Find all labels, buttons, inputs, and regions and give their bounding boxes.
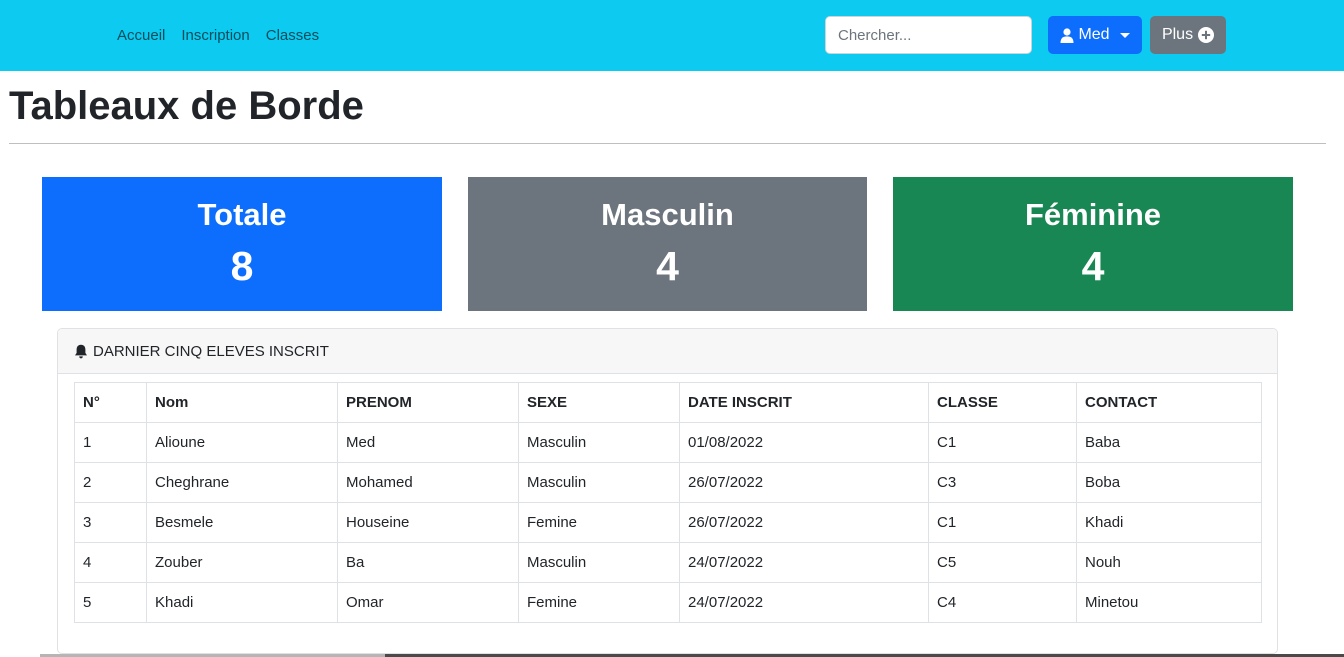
chevron-down-icon <box>1119 32 1130 38</box>
cell-nom: Alioune <box>146 422 338 463</box>
stat-total-value: 8 <box>230 243 254 289</box>
cell-contact: Minetou <box>1076 582 1262 623</box>
cell-sexe: Femine <box>518 582 680 623</box>
cell-date-inscrit: 01/08/2022 <box>679 422 929 463</box>
stat-male-label: Masculin <box>601 197 734 232</box>
cell-prenom: Med <box>337 422 519 463</box>
panel-header: DARNIER CINQ ELEVES INSCRIT <box>58 329 1277 374</box>
column-header-classe: CLASSE <box>928 382 1077 423</box>
stat-card-female: Féminine 4 <box>893 177 1293 311</box>
page-title: Tableaux de Borde <box>9 84 364 128</box>
search-input[interactable] <box>825 16 1032 54</box>
stat-card-total: Totale 8 <box>42 177 442 311</box>
column-header-contact: CONTACT <box>1076 382 1262 423</box>
cell-classe: C1 <box>928 502 1077 543</box>
plus-button-label: Plus <box>1161 26 1194 43</box>
cell-classe: C4 <box>928 582 1077 623</box>
table-row: 3 Besmele Houseine Femine 26/07/2022 C1 … <box>74 502 1262 543</box>
cell-number: 3 <box>74 502 147 543</box>
cell-nom: Khadi <box>146 582 338 623</box>
cell-nom: Cheghrane <box>146 462 338 503</box>
stat-female-label: Féminine <box>1024 197 1162 232</box>
column-header-number: N° <box>74 382 147 423</box>
recent-students-panel: DARNIER CINQ ELEVES INSCRIT N° Nom PRENO… <box>57 328 1278 654</box>
cell-contact: Khadi <box>1076 502 1262 543</box>
cell-nom: Besmele <box>146 502 338 543</box>
cell-date-inscrit: 24/07/2022 <box>679 582 929 623</box>
column-header-sexe: SEXE <box>518 382 680 423</box>
cell-date-inscrit: 26/07/2022 <box>679 502 929 543</box>
cell-date-inscrit: 26/07/2022 <box>679 462 929 503</box>
navbar: Accueil Inscription Classes Med Plus <box>0 0 1344 71</box>
nav-link-classes[interactable]: Classes <box>266 27 319 44</box>
cell-contact: Baba <box>1076 422 1262 463</box>
user-icon <box>1060 27 1074 43</box>
bell-icon <box>74 344 88 359</box>
table-header-row: N° Nom PRENOM SEXE DATE INSCRIT CLASSE C… <box>74 382 1262 423</box>
students-table: N° Nom PRENOM SEXE DATE INSCRIT CLASSE C… <box>74 382 1262 623</box>
nav-link-accueil[interactable]: Accueil <box>117 27 165 44</box>
nav-link-inscription[interactable]: Inscription <box>181 27 249 44</box>
column-header-nom: Nom <box>146 382 338 423</box>
cell-number: 2 <box>74 462 147 503</box>
cell-prenom: Mohamed <box>337 462 519 503</box>
plus-button[interactable]: Plus <box>1150 16 1226 54</box>
cell-date-inscrit: 24/07/2022 <box>679 542 929 583</box>
stat-female-value: 4 <box>1081 243 1105 289</box>
stat-male-value: 4 <box>656 243 679 289</box>
stat-total-label: Totale <box>197 197 287 232</box>
column-header-date-inscrit: DATE INSCRIT <box>679 382 929 423</box>
cell-nom: Zouber <box>146 542 338 583</box>
table-row: 1 Alioune Med Masculin 01/08/2022 C1 Bab… <box>74 422 1262 463</box>
user-dropdown-button[interactable]: Med <box>1048 16 1142 54</box>
cell-number: 4 <box>74 542 147 583</box>
table-row: 4 Zouber Ba Masculin 24/07/2022 C5 Nouh <box>74 542 1262 583</box>
cell-prenom: Ba <box>337 542 519 583</box>
table-row: 5 Khadi Omar Femine 24/07/2022 C4 Mineto… <box>74 582 1262 623</box>
cell-classe: C5 <box>928 542 1077 583</box>
cell-classe: C3 <box>928 462 1077 503</box>
panel-title: DARNIER CINQ ELEVES INSCRIT <box>93 342 329 360</box>
cell-sexe: Femine <box>518 502 680 543</box>
cell-classe: C1 <box>928 422 1077 463</box>
cell-number: 5 <box>74 582 147 623</box>
cell-contact: Nouh <box>1076 542 1262 583</box>
cell-sexe: Masculin <box>518 462 680 503</box>
stat-card-male: Masculin 4 <box>468 177 867 311</box>
column-header-prenom: PRENOM <box>337 382 519 423</box>
nav-links: Accueil Inscription Classes <box>117 0 319 71</box>
user-button-label: Med <box>1078 26 1110 43</box>
cell-prenom: Houseine <box>337 502 519 543</box>
title-divider <box>9 143 1326 144</box>
cell-number: 1 <box>74 422 147 463</box>
plus-circle-icon <box>1198 27 1215 43</box>
cell-prenom: Omar <box>337 582 519 623</box>
table-row: 2 Cheghrane Mohamed Masculin 26/07/2022 … <box>74 462 1262 503</box>
cell-sexe: Masculin <box>518 542 680 583</box>
cell-contact: Boba <box>1076 462 1262 503</box>
cell-sexe: Masculin <box>518 422 680 463</box>
